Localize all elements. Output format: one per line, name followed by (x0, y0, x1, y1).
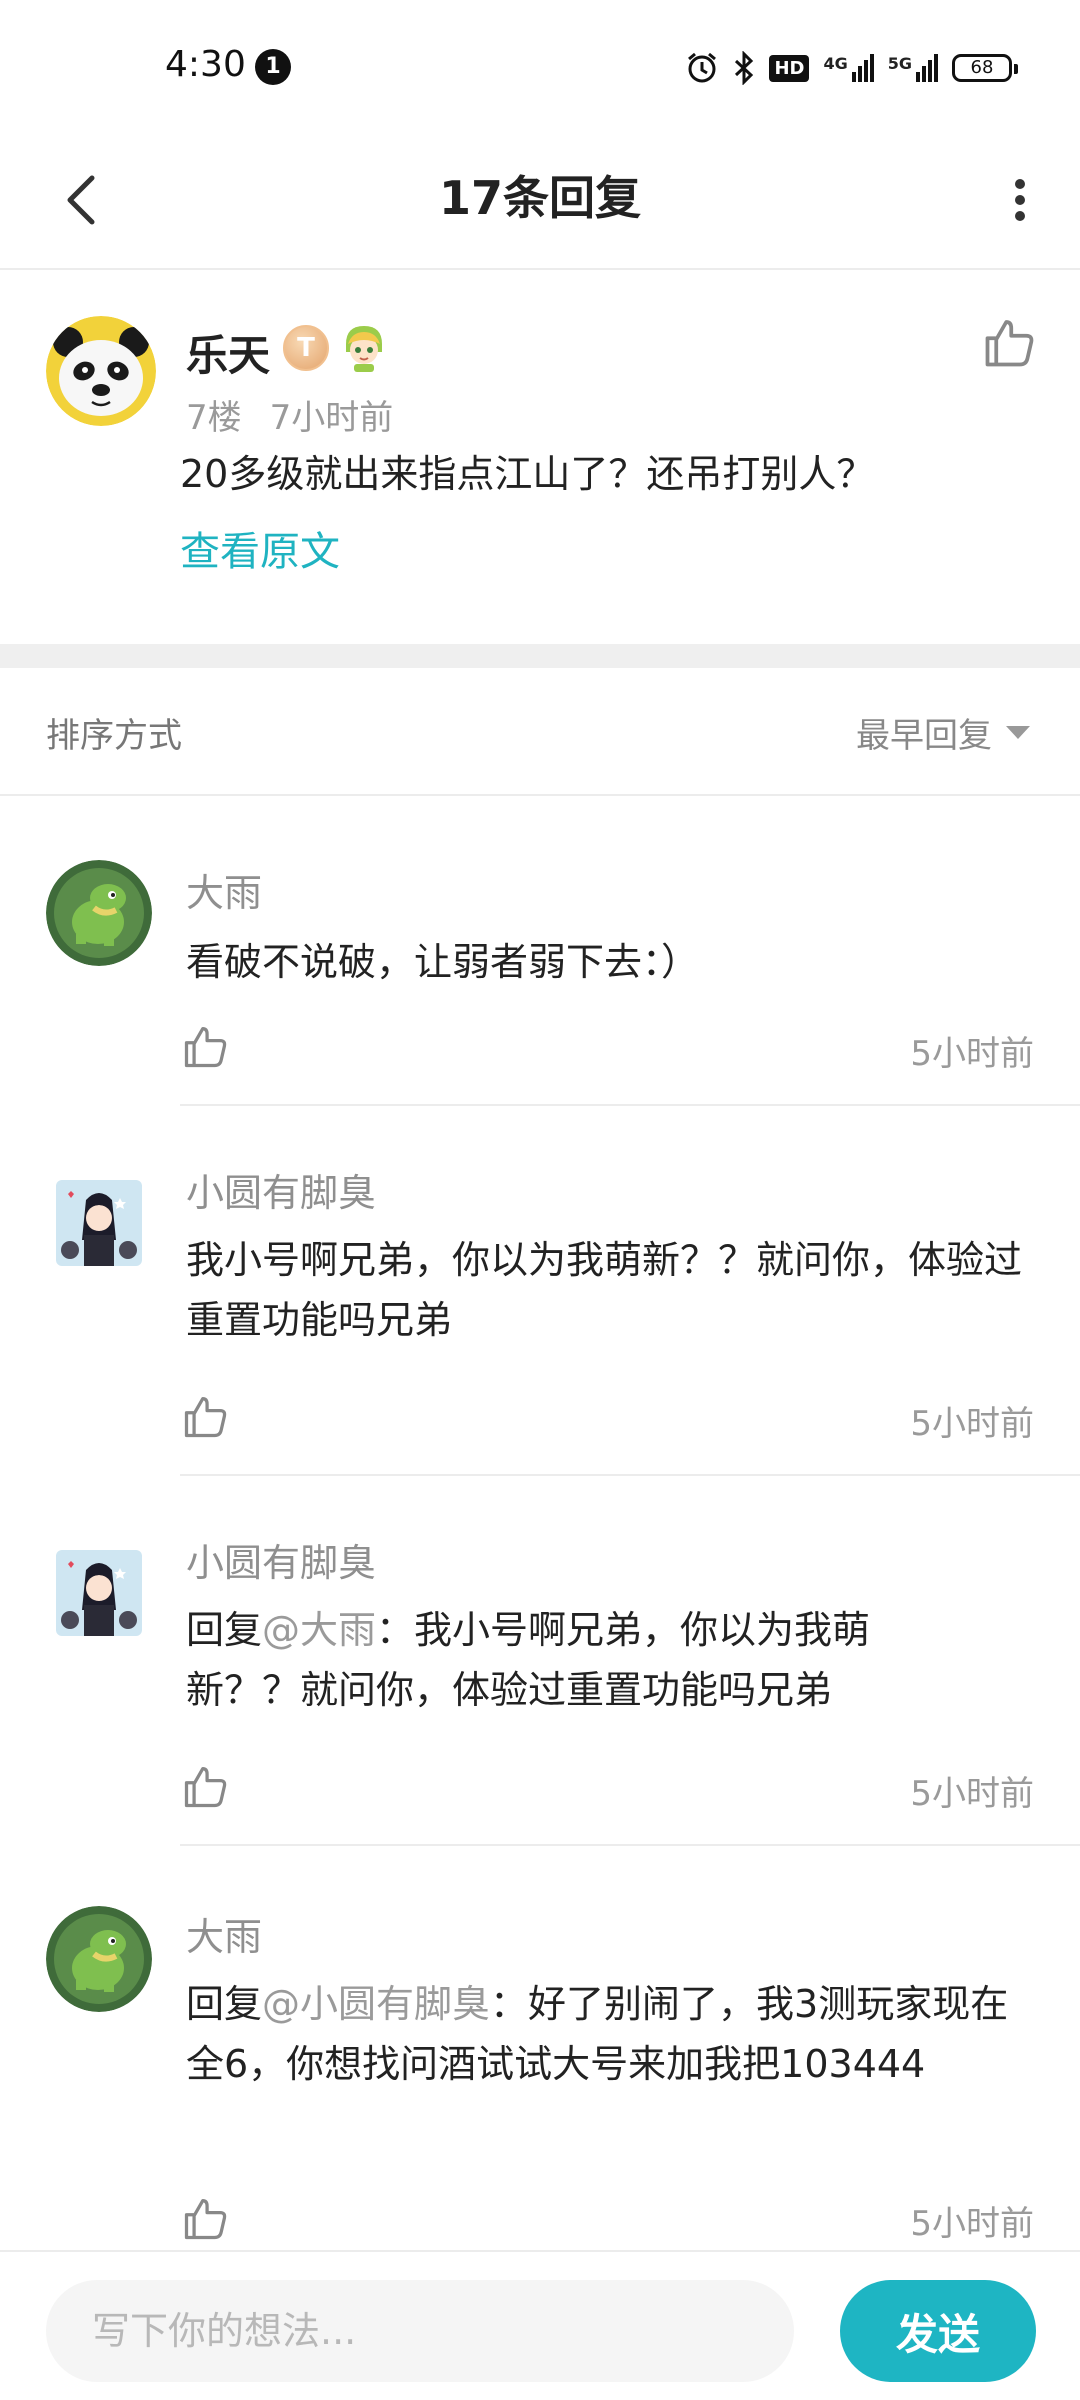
reply-time: 5小时前 (910, 2204, 1034, 2244)
reply-prefix: 回复 (186, 1982, 263, 2026)
battery-icon: 68 (952, 54, 1018, 82)
reply-text: 看破不说破，让弱者弱下去：） (186, 932, 1046, 992)
dinosaur-avatar-icon (46, 1906, 152, 2012)
like-button[interactable] (180, 2192, 232, 2244)
avatar[interactable] (56, 1180, 142, 1266)
character-badge-icon (340, 322, 388, 372)
comment-composer: 发送 (0, 2250, 1080, 2400)
sort-dropdown[interactable]: 最早回复 (856, 708, 1030, 757)
bluetooth-icon (735, 51, 754, 85)
panda-avatar-icon (46, 316, 156, 426)
comment-text: 20多级就出来指点江山了？还吊打别人？ (180, 452, 875, 496)
thumbs-up-icon (184, 1397, 227, 1438)
like-button[interactable] (180, 1390, 232, 1442)
floor-number: 7楼 (186, 398, 242, 438)
notification-count-badge: 1 (255, 49, 291, 85)
thumbs-up-icon (184, 2199, 227, 2240)
reply-time: 5小时前 (910, 1034, 1034, 1074)
reply-body: 看破不说破，让弱者弱下去：） (186, 940, 700, 984)
sort-label: 排序方式 (46, 716, 182, 756)
reply-item: 小圆有脚臭 回复@大雨：我小号啊兄弟，你以为我萌新？？就问你，体验过重置功能吗兄… (0, 1476, 1080, 1846)
reply-author[interactable]: 大雨 (186, 1906, 262, 1961)
avatar[interactable] (46, 316, 156, 426)
post-meta: 7楼 7小时前 (186, 390, 393, 439)
page-title: 17条回复 (438, 171, 641, 225)
reply-text: 回复@大雨：我小号啊兄弟，你以为我萌新？？就问你，体验过重置功能吗兄弟 (186, 1600, 946, 1720)
more-options-button[interactable] (990, 160, 1050, 240)
signal-4g-label: 4G (823, 54, 848, 73)
thumbs-up-icon (184, 1027, 227, 1068)
reply-item: 大雨 看破不说破，让弱者弱下去：） 5小时前 (0, 796, 1080, 1106)
dinosaur-avatar-icon (46, 860, 152, 966)
reply-item: 大雨 回复@小圆有脚臭：好了别闹了，我3测玩家现在全6，你想找问酒试试大号来加我… (0, 1846, 1080, 2250)
view-original-link[interactable]: 查看原文 (180, 522, 340, 582)
anime-avatar-icon (56, 1550, 142, 1636)
like-button[interactable] (180, 1020, 232, 1072)
avatar[interactable] (56, 1550, 142, 1636)
hd-icon: HD (769, 54, 810, 82)
anime-avatar-icon (56, 1180, 142, 1266)
like-button[interactable] (180, 1760, 232, 1812)
reply-time: 5小时前 (910, 1774, 1034, 1814)
sort-bar: 排序方式 最早回复 (0, 668, 1080, 796)
sort-selected-value: 最早回复 (856, 716, 992, 756)
avatar[interactable] (46, 1906, 152, 2012)
like-button[interactable] (980, 312, 1040, 372)
level-badge-icon: T (283, 325, 329, 371)
reply-author[interactable]: 小圆有脚臭 (186, 1162, 376, 1217)
top-app-bar: 17条回复 (0, 130, 1080, 270)
signal-4g-icon: 4G (823, 54, 874, 82)
mention-link[interactable]: @大雨 (262, 1608, 376, 1652)
status-time: 4:30 (165, 44, 246, 85)
mention-link[interactable]: @小圆有脚臭 (262, 1982, 490, 2026)
thumbs-up-icon (184, 1767, 227, 1808)
status-bar: 4:30 1 HD 4G 5G 68 (0, 0, 1080, 130)
comment-input[interactable] (46, 2280, 794, 2382)
send-button[interactable]: 发送 (840, 2280, 1036, 2382)
reply-item: 小圆有脚臭 我小号啊兄弟，你以为我萌新？？就问你，体验过重置功能吗兄弟 5小时前 (0, 1106, 1080, 1476)
reply-prefix: 回复 (186, 1608, 263, 1652)
post-time: 7小时前 (269, 398, 394, 438)
reply-body: 我小号啊兄弟，你以为我萌新？？就问你，体验过重置功能吗兄弟 (186, 1238, 1023, 1342)
signal-5g-label: 5G (887, 54, 912, 73)
signal-5g-icon: 5G (888, 54, 938, 82)
thumbs-up-icon (985, 320, 1034, 367)
status-icons: HD 4G 5G 68 (685, 48, 1018, 88)
reply-author[interactable]: 大雨 (186, 862, 262, 917)
caret-down-icon (1006, 726, 1030, 739)
reply-time: 5小时前 (910, 1404, 1034, 1444)
alarm-icon (688, 52, 717, 83)
reply-text: 我小号啊兄弟，你以为我萌新？？就问你，体验过重置功能吗兄弟 (186, 1230, 1046, 1350)
section-divider (0, 644, 1080, 668)
reply-text: 回复@小圆有脚臭：好了别闹了，我3测玩家现在全6，你想找问酒试试大号来加我把10… (186, 1974, 1026, 2094)
reply-author[interactable]: 小圆有脚臭 (186, 1532, 376, 1587)
avatar[interactable] (46, 860, 152, 966)
author-name[interactable]: 乐天 (186, 322, 270, 383)
original-comment: 乐天 T 7楼 7小时前 20多级就出来指点江山了？还吊打别人？ 查看原文 (0, 272, 1080, 644)
more-vertical-icon (1015, 179, 1025, 221)
